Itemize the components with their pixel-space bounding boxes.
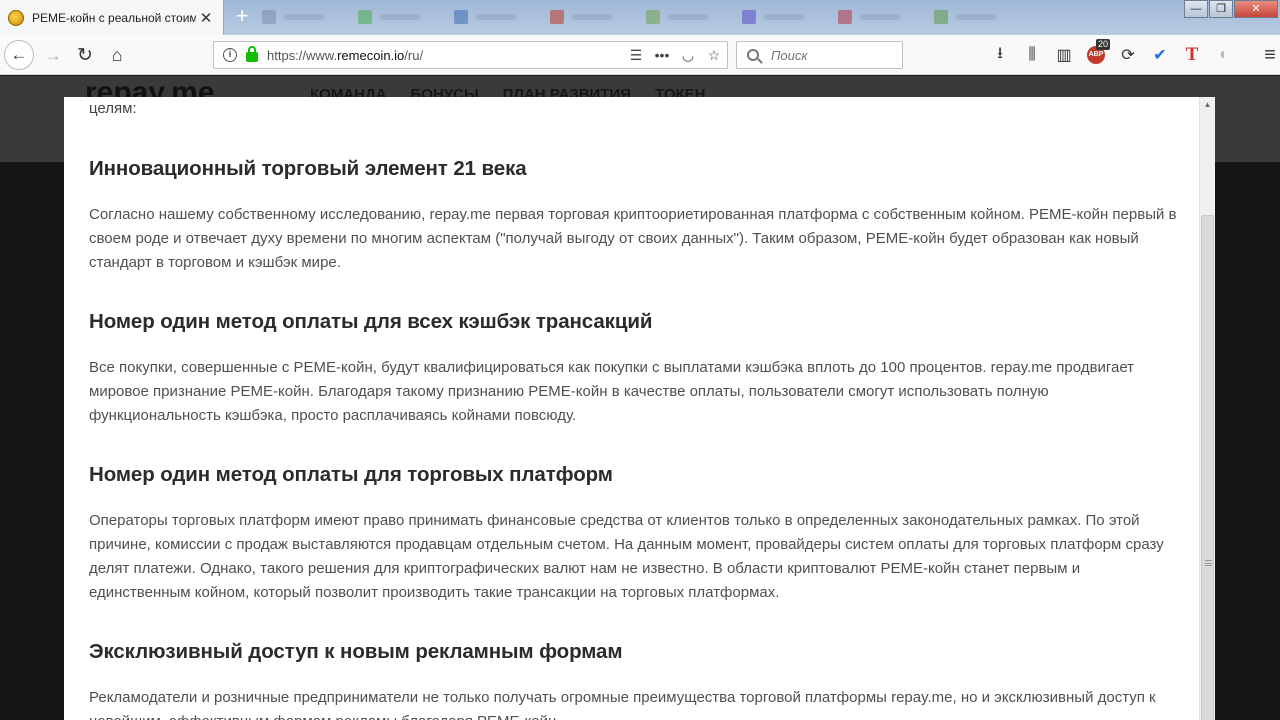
background-tab[interactable] bbox=[646, 6, 728, 28]
coin-favicon-icon bbox=[8, 9, 24, 26]
back-button[interactable]: ← bbox=[4, 40, 34, 70]
search-icon bbox=[747, 49, 759, 61]
lock-icon[interactable] bbox=[246, 46, 258, 62]
toolbar-icons: ⭳ ⫼ ▥ ABP 20 ⟳ ✔ T ◐ ≡ bbox=[984, 39, 1280, 70]
section-paragraph: Все покупки, совершенные с РЕМЕ-койн, бу… bbox=[89, 359, 1135, 424]
page-actions-icon[interactable]: ••• bbox=[649, 43, 675, 67]
maximize-button[interactable]: ❐ bbox=[1209, 0, 1233, 18]
sync-icon[interactable]: ⟳ bbox=[1112, 40, 1144, 70]
background-tab[interactable] bbox=[262, 6, 344, 28]
adblock-icon[interactable]: ABP 20 bbox=[1080, 39, 1112, 70]
search-bar[interactable] bbox=[736, 41, 903, 69]
url-text[interactable]: https://www.remecoin.io/ru/ bbox=[267, 48, 623, 63]
home-button[interactable]: ⌂ bbox=[102, 40, 132, 70]
background-tab[interactable] bbox=[934, 6, 1016, 28]
background-tabs bbox=[262, 6, 1100, 28]
bookmark-star-icon[interactable]: ☆ bbox=[701, 43, 727, 67]
pocket-icon[interactable]: ◡ bbox=[675, 43, 701, 67]
sidebar-icon[interactable]: ▥ bbox=[1048, 40, 1080, 70]
address-bar[interactable]: i https://www.remecoin.io/ru/ ☰ ••• ◡ ☆ bbox=[213, 41, 728, 69]
download-icon[interactable]: ⭳ bbox=[984, 40, 1016, 70]
scroll-up-icon[interactable]: ▲ bbox=[1200, 97, 1215, 112]
background-tab[interactable] bbox=[358, 6, 440, 28]
menu-icon[interactable]: ≡ bbox=[1254, 40, 1280, 70]
tab-title: РЕМЕ-койн с реальной стоим bbox=[32, 10, 196, 25]
section-heading: Инновационный торговый элемент 21 века bbox=[89, 157, 527, 180]
navigation-toolbar: ← → ↻ ⌂ i https://www.remecoin.io/ru/ ☰ … bbox=[0, 35, 1280, 75]
section-heading: Эксклюзивный доступ к новым рекламным фо… bbox=[89, 640, 623, 663]
page-viewport: repay.me КОМАНДА БОНУСЫ ПЛАН РАЗВИТИЯ ТО… bbox=[0, 76, 1280, 720]
section-heading: Номер один метод оплаты для торговых пла… bbox=[89, 463, 613, 486]
scroll-thumb[interactable] bbox=[1201, 215, 1214, 720]
section-paragraph: Рекламодатели и розничные предпринимател… bbox=[89, 689, 1156, 720]
tab-strip: РЕМЕ-койн с реальной стоим ✕ + — ❐ ✕ bbox=[0, 0, 1280, 35]
library-icon[interactable]: ⫼ bbox=[1016, 40, 1048, 70]
reload-button[interactable]: ↻ bbox=[70, 40, 100, 70]
tab-active[interactable]: РЕМЕ-койн с реальной стоим ✕ bbox=[0, 0, 224, 35]
section-paragraph: Операторы торговых платформ имеют право … bbox=[89, 512, 1164, 601]
search-input[interactable] bbox=[771, 47, 901, 63]
modal-dialog: целям: Инновационный торговый элемент 21… bbox=[64, 97, 1215, 720]
url-host: remecoin.io bbox=[337, 47, 405, 63]
background-tab[interactable] bbox=[742, 6, 824, 28]
adblock-badge: 20 bbox=[1095, 39, 1110, 50]
info-icon[interactable]: i bbox=[223, 48, 237, 62]
extension-icon[interactable]: ◐ bbox=[1208, 40, 1240, 70]
background-tab[interactable] bbox=[550, 6, 632, 28]
minimize-button[interactable]: — bbox=[1184, 0, 1208, 18]
url-path: /ru/ bbox=[404, 47, 424, 63]
tab-close-icon[interactable]: ✕ bbox=[196, 9, 216, 27]
window-close-button[interactable]: ✕ bbox=[1234, 0, 1278, 18]
background-tab[interactable] bbox=[454, 6, 536, 28]
modal-scrollbar[interactable]: ▲ bbox=[1199, 97, 1215, 720]
section-heading: Номер один метод оплаты для всех кэшбэк … bbox=[89, 310, 653, 333]
reader-view-icon[interactable]: ☰ bbox=[623, 43, 649, 67]
scroll-grip-icon bbox=[1205, 560, 1212, 566]
window-controls: — ❐ ✕ bbox=[1183, 0, 1278, 18]
translate-icon[interactable]: T bbox=[1176, 40, 1208, 70]
text-fragment: целям: bbox=[89, 100, 137, 117]
section-paragraph: Согласно нашему собственному исследовани… bbox=[89, 206, 1177, 271]
vpn-icon[interactable]: ✔ bbox=[1144, 40, 1176, 70]
url-scheme: https://www. bbox=[267, 47, 338, 63]
background-tab[interactable] bbox=[838, 6, 920, 28]
new-tab-button[interactable]: + bbox=[231, 4, 253, 28]
forward-button[interactable]: → bbox=[38, 40, 68, 70]
